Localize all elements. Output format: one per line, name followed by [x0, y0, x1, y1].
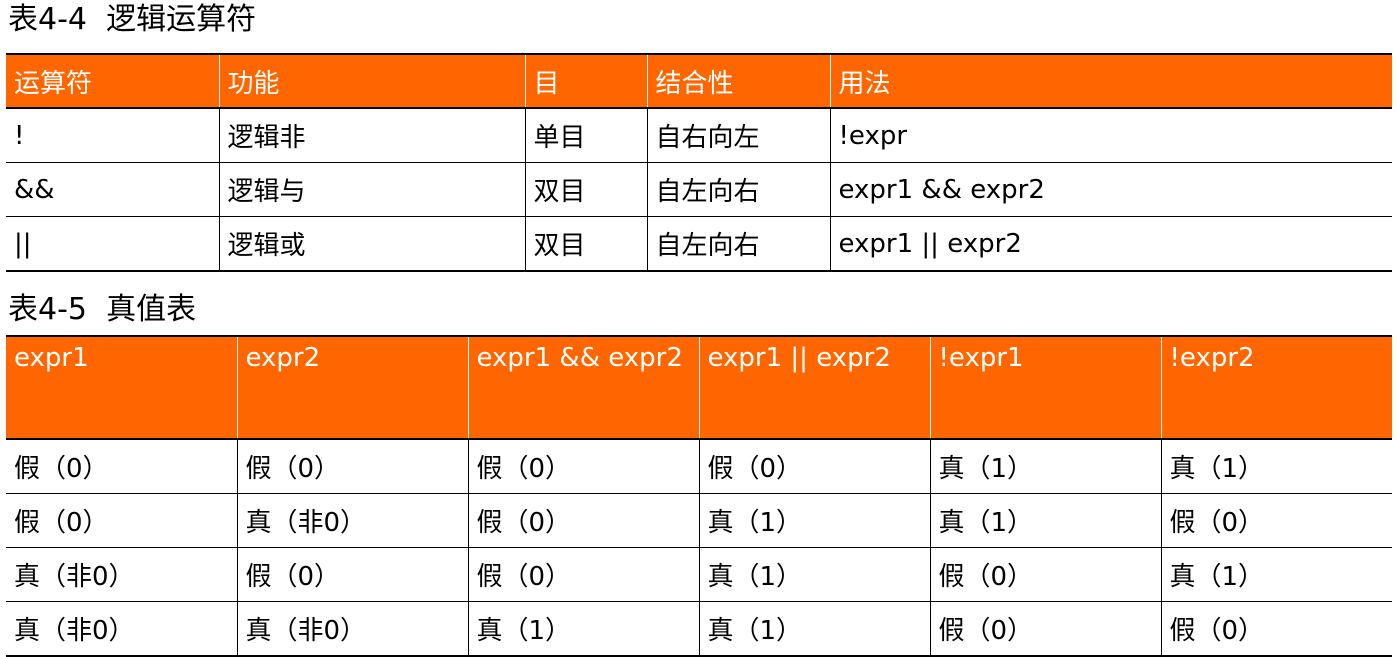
- table-caption-logical-operators: 表4-4 逻辑运算符: [8, 2, 257, 37]
- table-row: 真（非0） 真（非0） 真（1） 真（1） 假（0） 假（0）: [6, 601, 1392, 657]
- column-header-usage: 用法: [830, 53, 1392, 109]
- truth-table: expr1 expr2 expr1 && expr2 expr1 || expr…: [6, 335, 1392, 657]
- table-row: 真（非0） 假（0） 假（0） 真（1） 假（0） 真（1）: [6, 547, 1392, 602]
- column-header-expr2: expr2: [237, 335, 469, 440]
- table-header-row: 运算符 功能 目 结合性 用法: [6, 53, 1392, 109]
- table-cell: 假（0）: [468, 493, 700, 548]
- table-cell: 自左向右: [647, 162, 831, 217]
- table-cell: !expr: [830, 108, 1392, 163]
- table-cell: 双目: [525, 216, 648, 272]
- column-header-or: expr1 || expr2: [699, 335, 931, 440]
- table-cell: 假（0）: [468, 547, 700, 602]
- column-header-not-expr1: !expr1: [930, 335, 1162, 440]
- table-cell: 假（0）: [1161, 601, 1392, 657]
- table-cell: 假（0）: [237, 439, 469, 494]
- table-cell: 真（非0）: [6, 601, 238, 657]
- table-cell: 假（0）: [237, 547, 469, 602]
- table-cell: 假（0）: [1161, 493, 1392, 548]
- column-header-expr1: expr1: [6, 335, 238, 440]
- table-cell: &&: [6, 162, 220, 217]
- table-cell: 逻辑或: [219, 216, 526, 272]
- table-cell: 真（1）: [699, 547, 931, 602]
- table-cell: 假（0）: [6, 493, 238, 548]
- table-cell: 单目: [525, 108, 648, 163]
- table-cell: expr1 && expr2: [830, 162, 1392, 217]
- table-cell: 逻辑与: [219, 162, 526, 217]
- table-cell: 真（1）: [1161, 547, 1392, 602]
- table-row: && 逻辑与 双目 自左向右 expr1 && expr2: [6, 162, 1392, 217]
- table-row: 假（0） 假（0） 假（0） 假（0） 真（1） 真（1）: [6, 439, 1392, 494]
- logical-operators-table: 运算符 功能 目 结合性 用法 ! 逻辑非 单目 自右向左 !expr && 逻…: [6, 53, 1392, 272]
- table-cell: 自右向左: [647, 108, 831, 163]
- table-row: 假（0） 真（非0） 假（0） 真（1） 真（1） 假（0）: [6, 493, 1392, 548]
- table-cell: 假（0）: [930, 547, 1162, 602]
- table-header-row: expr1 expr2 expr1 && expr2 expr1 || expr…: [6, 335, 1392, 440]
- table-cell: 真（1）: [699, 601, 931, 657]
- table-cell: 真（1）: [699, 493, 931, 548]
- column-header-associativity: 结合性: [647, 53, 831, 109]
- table-cell: 双目: [525, 162, 648, 217]
- table-cell: 假（0）: [699, 439, 931, 494]
- table-cell: ||: [6, 216, 220, 272]
- column-header-not-expr2: !expr2: [1161, 335, 1392, 440]
- table-row: || 逻辑或 双目 自左向右 expr1 || expr2: [6, 216, 1392, 272]
- table-caption-truth-table: 表4-5 真值表: [8, 292, 197, 327]
- table-cell: 假（0）: [930, 601, 1162, 657]
- column-header-function: 功能: [219, 53, 526, 109]
- table-cell: 假（0）: [468, 439, 700, 494]
- table-cell: 自左向右: [647, 216, 831, 272]
- table-cell: 假（0）: [6, 439, 238, 494]
- column-header-arity: 目: [525, 53, 648, 109]
- table-cell: !: [6, 108, 220, 163]
- table-row: ! 逻辑非 单目 自右向左 !expr: [6, 108, 1392, 163]
- table-cell: 真（1）: [1161, 439, 1392, 494]
- table-cell: 真（非0）: [237, 493, 469, 548]
- table-cell: 真（1）: [468, 601, 700, 657]
- table-cell: 逻辑非: [219, 108, 526, 163]
- column-header-operator: 运算符: [6, 53, 220, 109]
- table-cell: 真（1）: [930, 493, 1162, 548]
- column-header-and: expr1 && expr2: [468, 335, 700, 440]
- table-cell: 真（非0）: [6, 547, 238, 602]
- table-cell: 真（1）: [930, 439, 1162, 494]
- table-cell: expr1 || expr2: [830, 216, 1392, 272]
- table-cell: 真（非0）: [237, 601, 469, 657]
